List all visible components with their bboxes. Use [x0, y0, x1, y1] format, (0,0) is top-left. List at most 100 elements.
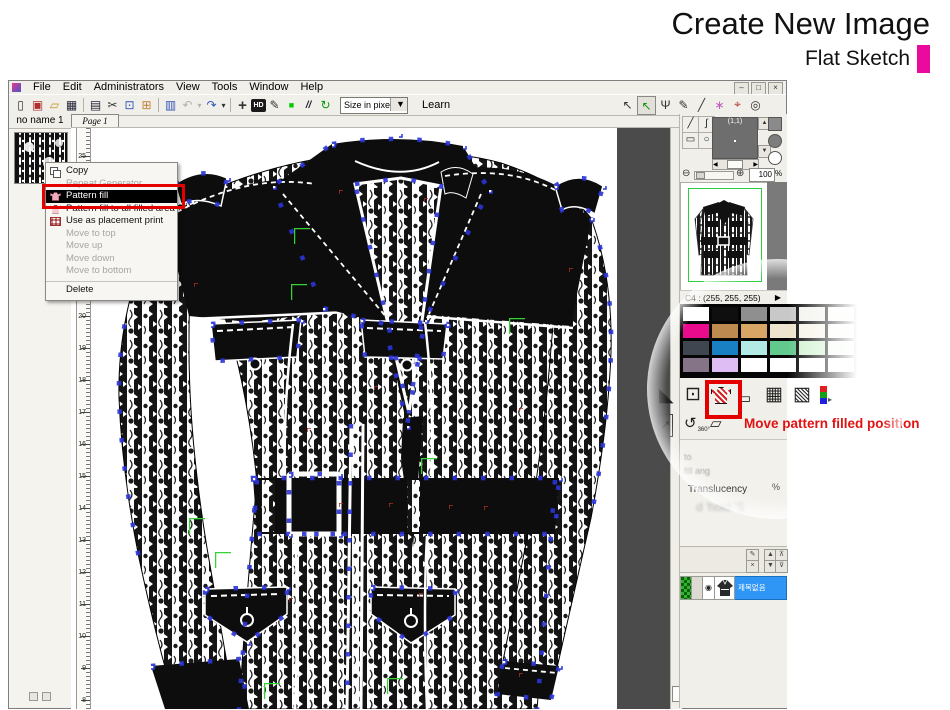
faint-text: fill ang — [684, 466, 710, 476]
size-dropdown-value: Size in pixels — [341, 100, 397, 110]
color-swatch[interactable] — [712, 358, 738, 372]
color-swatch[interactable] — [741, 341, 767, 355]
ruler-label: 19 — [77, 333, 86, 365]
dropper-tool[interactable]: ⌖ — [729, 96, 746, 113]
color-swatch[interactable] — [712, 341, 738, 355]
resize-icon[interactable]: ↗ — [658, 414, 673, 437]
crosshair-button[interactable]: + — [234, 97, 251, 114]
ruler-label: 9 — [77, 653, 86, 685]
chevron-down-icon[interactable]: ▼ — [390, 98, 407, 111]
new-repeat-button[interactable]: ▣ — [29, 97, 46, 114]
learn-label[interactable]: Learn — [422, 99, 450, 111]
brush-tool[interactable]: ✎ — [675, 96, 692, 113]
pattern-fill-redbox — [42, 184, 185, 209]
color-swatch[interactable] — [741, 307, 767, 321]
zoom-out-icon[interactable]: ⊖ — [682, 168, 690, 179]
menu-item-move-up[interactable]: Move up — [46, 240, 177, 253]
copy-object-icon[interactable]: ⊡ — [685, 385, 701, 404]
color-swatch[interactable] — [683, 307, 709, 321]
new-document-button[interactable]: ▯ — [12, 97, 29, 114]
panel-scroll-left[interactable] — [29, 692, 38, 701]
foreground-swatch[interactable] — [768, 117, 782, 131]
faint-text: d 'hold 'S — [696, 500, 745, 514]
nav-scroll-right-icon[interactable]: ▶ — [753, 161, 758, 168]
refresh-button[interactable]: ↻ — [317, 97, 334, 114]
zoom-slider[interactable] — [694, 171, 734, 180]
rgb-channels-icon[interactable] — [820, 386, 827, 404]
menu-item[interactable]: Edit — [57, 81, 88, 94]
menu-item-placement-print[interactable]: Use as placement print — [46, 215, 177, 228]
navigator-preview[interactable]: (1,1) — [712, 117, 758, 159]
save-button[interactable]: ▦ — [63, 97, 80, 114]
tab-page-1[interactable]: Page 1 — [71, 114, 119, 128]
color-swatch[interactable] — [683, 324, 709, 338]
print-button[interactable]: ▤ — [87, 97, 104, 114]
color-swatch[interactable] — [683, 358, 709, 372]
layer-delete-button[interactable]: × — [746, 560, 759, 573]
toolbar-separator[interactable] — [158, 98, 159, 112]
select-tool[interactable]: ↖ — [619, 96, 636, 113]
menu-item-move-down[interactable]: Move down — [46, 253, 177, 266]
color-info-arrow-icon[interactable]: ▶ — [775, 291, 781, 305]
spray-tool[interactable]: ∗ — [711, 96, 728, 113]
zoom-in-icon[interactable]: ⊕ — [736, 168, 744, 179]
repeat-table-button[interactable]: ▥ — [162, 97, 179, 114]
menu-item[interactable]: Window — [243, 81, 294, 94]
layer-row[interactable]: ◉ 제목없음 — [680, 576, 787, 600]
color-swatch[interactable] — [712, 324, 738, 338]
menu-item[interactable]: Tools — [206, 81, 244, 94]
menu-item-copy[interactable]: Copy — [46, 165, 177, 178]
layer-lock-cell[interactable] — [692, 576, 703, 600]
menu-item[interactable]: File — [27, 81, 57, 94]
copy-button[interactable]: ⊡ — [121, 97, 138, 114]
empty-circle-swatch[interactable] — [768, 151, 782, 165]
menu-item-move-to-bottom[interactable]: Move to bottom — [46, 265, 177, 278]
layer-thumbnail[interactable] — [715, 576, 735, 600]
redo-button[interactable]: ↷ — [203, 97, 220, 114]
color-indicator[interactable]: ■ — [283, 97, 300, 114]
filled-circle-swatch[interactable] — [768, 134, 782, 148]
menu-item[interactable]: View — [170, 81, 206, 94]
undo-dropdown-arrow[interactable]: ▾ — [196, 97, 203, 114]
color-swatch[interactable] — [741, 358, 767, 372]
menu-item[interactable]: Help — [294, 81, 329, 94]
grid-icon[interactable]: ▦ — [765, 385, 783, 404]
open-button[interactable]: ▱ — [46, 97, 63, 114]
menu-item[interactable]: Administrators — [88, 81, 170, 94]
cut-button[interactable]: ✂ — [104, 97, 121, 114]
layer-pattern-badge[interactable] — [680, 576, 692, 600]
menu-item-delete[interactable]: Delete — [46, 281, 177, 298]
toolbar-separator[interactable] — [83, 98, 84, 112]
color-swatch[interactable] — [683, 341, 709, 355]
rotate-360-icon[interactable]: ↺ — [684, 414, 697, 433]
rectangle-shape-tool[interactable]: ▭ — [682, 132, 699, 149]
hd-export-button[interactable]: HD — [251, 99, 266, 112]
paint-bucket-icon[interactable]: ◣ — [659, 386, 674, 405]
size-dropdown[interactable]: Size in pixels ▼ — [340, 97, 408, 114]
undo-button[interactable]: ↶ — [179, 97, 196, 114]
paste-button[interactable]: ⊞ — [138, 97, 155, 114]
layer-to-bottom-button[interactable]: ⊽ — [775, 560, 788, 573]
color-info-bar[interactable]: C4 : (255, 255, 255) ▶ — [680, 290, 787, 304]
redo-dropdown-arrow[interactable]: ▾ — [220, 97, 227, 114]
pattern-name-label[interactable]: no name 1 — [9, 114, 71, 129]
zoom-value[interactable]: 100 — [749, 168, 775, 182]
hand-tool[interactable]: Ψ — [657, 96, 674, 113]
direct-select-tool[interactable]: ↖ — [637, 96, 656, 115]
nav-scroll-left-icon[interactable]: ◀ — [713, 161, 718, 168]
image-preview-selection[interactable] — [688, 188, 762, 282]
eraser-tool[interactable]: ◎ — [747, 96, 764, 113]
line-shape-tool[interactable]: ╱ — [682, 116, 699, 133]
pen-tool-button[interactable]: ✎ — [266, 97, 283, 114]
line-tool[interactable]: ╱ — [693, 96, 710, 113]
color-swatch[interactable] — [712, 307, 738, 321]
menu-item-move-to-top[interactable]: Move to top — [46, 228, 177, 241]
layer-name-label[interactable]: 제목없음 — [735, 576, 787, 600]
hatch-lines-button[interactable]: // — [300, 97, 317, 114]
layer-visibility-eye-icon[interactable]: ◉ — [703, 576, 715, 600]
color-swatch[interactable] — [741, 324, 767, 338]
panel-scroll-right[interactable] — [42, 692, 51, 701]
zoom-slider-thumb[interactable] — [696, 172, 705, 179]
toolbar-separator[interactable] — [230, 98, 231, 112]
gradient-icon[interactable]: ▧ — [793, 385, 811, 404]
